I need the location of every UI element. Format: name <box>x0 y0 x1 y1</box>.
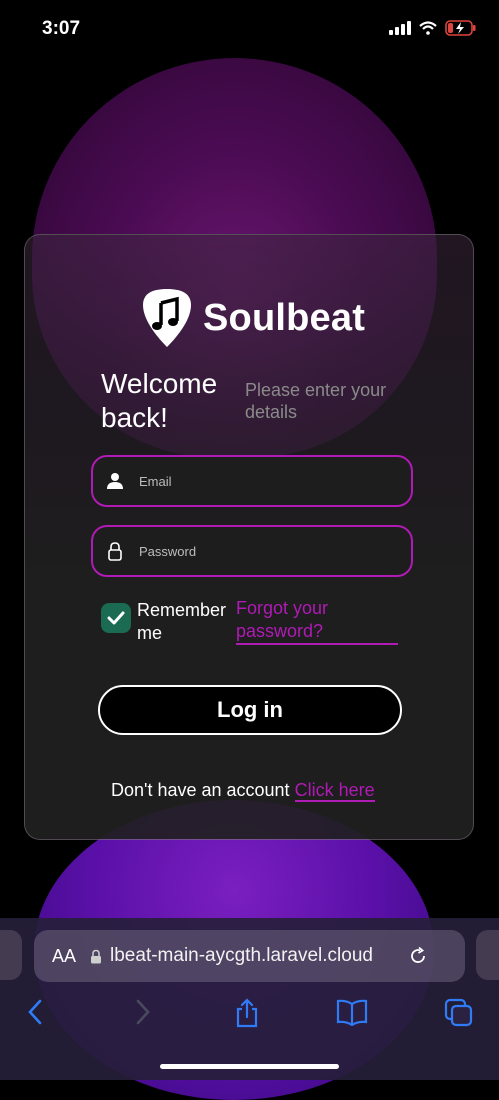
forward-icon[interactable] <box>134 998 152 1026</box>
brand-logo: Soulbeat <box>141 287 365 349</box>
back-icon[interactable] <box>26 998 44 1026</box>
text-size-button[interactable]: AA <box>52 946 76 967</box>
secure-lock-icon <box>91 949 102 963</box>
email-field[interactable] <box>91 455 413 507</box>
share-icon[interactable] <box>234 998 260 1028</box>
password-field[interactable] <box>91 525 413 577</box>
forgot-password-link[interactable]: Forgot your password? <box>236 597 398 645</box>
lock-icon <box>108 542 122 561</box>
remember-me-label: Remember me <box>137 600 227 643</box>
checkmark-icon <box>107 611 125 625</box>
browser-chrome: AA lbeat-main-aycgth.laravel.cloud <box>0 918 499 1080</box>
tabs-icon[interactable] <box>444 998 474 1028</box>
guitar-pick-music-note-icon <box>143 289 191 347</box>
battery-charging-icon <box>445 20 476 36</box>
signup-link[interactable]: Click here <box>294 780 375 802</box>
previous-tab-preview[interactable] <box>0 930 22 980</box>
bookmarks-icon[interactable] <box>336 998 368 1026</box>
login-card: Soulbeat Welcome back! Please enter your… <box>24 234 474 840</box>
user-icon <box>107 473 123 489</box>
address-bar[interactable]: AA lbeat-main-aycgth.laravel.cloud <box>34 930 465 982</box>
signup-prompt: Don't have an account Click here <box>111 780 375 802</box>
reload-icon[interactable] <box>408 946 428 966</box>
brand-name: Soulbeat <box>203 296 366 339</box>
login-button[interactable]: Log in <box>98 685 402 735</box>
email-input[interactable] <box>137 472 381 490</box>
signal-icon <box>389 21 411 35</box>
browser-toolbar <box>0 998 499 1038</box>
url-text[interactable]: lbeat-main-aycgth.laravel.cloud <box>110 945 400 967</box>
remember-me-checkbox[interactable] <box>101 603 131 633</box>
status-bar: 3:07 <box>0 0 499 58</box>
status-time: 3:07 <box>42 18 81 39</box>
welcome-subtitle: Please enter your details <box>245 380 387 422</box>
password-input[interactable] <box>137 542 381 560</box>
wifi-icon <box>419 21 437 35</box>
welcome-heading: Welcome back! <box>101 368 218 433</box>
next-tab-preview[interactable] <box>476 930 499 980</box>
remember-me-row: Remember me <box>101 599 233 645</box>
home-indicator <box>160 1064 339 1069</box>
signup-prompt-text: Don't have an account <box>111 780 290 800</box>
